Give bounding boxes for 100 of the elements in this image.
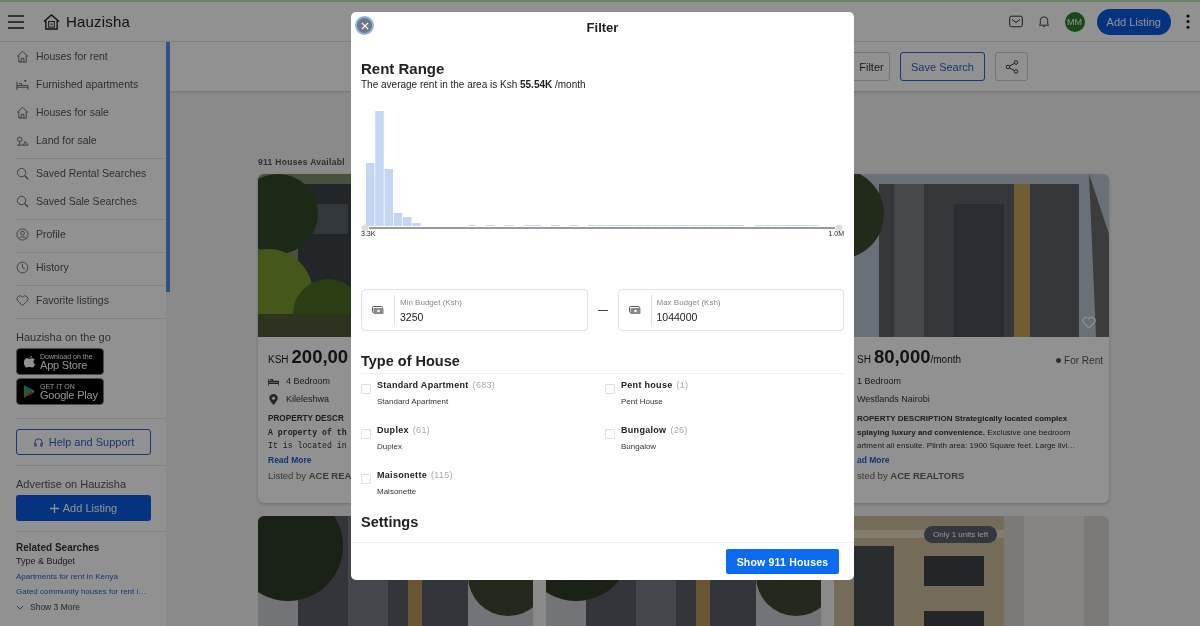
checkbox[interactable] — [361, 384, 371, 394]
description-line: splaying luxury and convenience. Exclusive one bedroom — [857, 426, 1071, 439]
scrollbar[interactable] — [166, 42, 170, 292]
bell-icon[interactable] — [1036, 15, 1051, 28]
section-heading: Advertise on Hauzisha — [16, 478, 128, 490]
close-button[interactable] — [355, 16, 374, 35]
store-name: Google Play — [40, 389, 98, 401]
show-more-button[interactable]: Show 3 More — [16, 602, 166, 612]
price: 200,00 — [291, 346, 349, 368]
play-icon — [23, 384, 36, 399]
option-description: Bungalow — [621, 442, 658, 451]
apple-icon — [23, 354, 36, 369]
units-badge: Only 1 units left — [924, 526, 998, 543]
sidebar-item[interactable]: Houses for sale — [16, 98, 166, 126]
location-pin-icon — [268, 393, 279, 405]
sidebar-item[interactable]: History — [16, 253, 166, 281]
budget-field[interactable]: Min Budget (Ksh) 3250 — [361, 289, 588, 331]
plus-icon — [49, 503, 59, 513]
read-more-link[interactable]: ad More — [857, 452, 1103, 470]
mail-icon[interactable] — [1008, 15, 1023, 28]
save-search-button[interactable]: Save Search — [900, 52, 985, 81]
average-rent-text: The average rent in the area is Ksh 55.54K /month — [361, 79, 587, 90]
slider-handle[interactable] — [835, 224, 843, 232]
range-dash — [597, 309, 608, 311]
filter-button[interactable]: Filter — [854, 52, 890, 81]
help-button[interactable]: Help and Support — [16, 429, 151, 455]
more-icon[interactable] — [1186, 14, 1190, 29]
budget-field[interactable]: Max Budget (Ksh) 1044000 — [617, 289, 844, 331]
option-name: Pent house — [621, 380, 673, 390]
heart-icon[interactable] — [1082, 316, 1096, 329]
listing-status: For Rent — [1056, 355, 1103, 366]
checkbox[interactable] — [361, 429, 371, 439]
description-line: A property of th — [268, 426, 347, 439]
user-avatar[interactable]: MM — [1064, 11, 1085, 32]
field-label: Max Budget (Ksh) — [656, 297, 721, 307]
sidebar-item[interactable]: Saved Rental Searches — [16, 159, 166, 187]
search-icon — [16, 194, 29, 208]
sidebar-item[interactable]: Profile — [16, 220, 166, 248]
checkbox[interactable] — [605, 429, 615, 439]
option-description: Duplex — [377, 442, 403, 451]
add-listing-button[interactable]: Add Listing — [16, 495, 151, 521]
checkbox[interactable] — [361, 474, 371, 484]
section-subheading: Type & Budget — [16, 556, 77, 566]
field-value: 3250 — [400, 310, 425, 323]
dialog-title: Filter — [586, 19, 619, 35]
sidebar-item[interactable]: Saved Sale Searches — [16, 187, 166, 215]
store-name: App Store — [40, 359, 88, 371]
heart-icon — [16, 293, 29, 307]
house-icon — [16, 49, 29, 63]
user-icon — [16, 227, 29, 241]
menu-icon[interactable] — [8, 14, 24, 29]
results-count: 911 Houses Availabl — [258, 157, 346, 169]
share-button[interactable] — [995, 52, 1028, 81]
option-description: Maisonette — [377, 487, 418, 496]
add-listing-button[interactable]: Add Listing — [1096, 8, 1171, 35]
description-line: artment all ensuite. Plinth area: 1900 Square feet. Large livi… — [857, 440, 1076, 452]
chevron-down-icon — [16, 604, 24, 610]
option-name: Duplex — [377, 425, 409, 435]
section-heading: Type of House — [361, 353, 844, 374]
cash-icon — [628, 305, 641, 315]
checkbox[interactable] — [605, 384, 615, 394]
section-heading: Related Searches — [16, 542, 101, 553]
currency-label: KSH — [268, 354, 289, 365]
search-link[interactable]: Apartments for rent in Kenya — [16, 572, 166, 581]
field-value: 1044000 — [656, 310, 699, 323]
house-icon — [16, 105, 29, 119]
option-description: Standard Apartment — [377, 397, 450, 406]
section-heading: Rent Range — [361, 60, 446, 77]
field-label: Min Budget (Ksh) — [400, 297, 462, 307]
currency-label: SH — [857, 354, 871, 365]
option-count: (115) — [431, 470, 453, 480]
option-count: (1) — [676, 380, 689, 390]
sidebar-item[interactable]: Land for sale — [16, 126, 166, 154]
sidebar-item[interactable]: Houses for rent — [16, 42, 166, 70]
close-icon — [360, 21, 369, 30]
price-period: /month — [930, 354, 962, 365]
sidebar-item[interactable]: Favorite listings — [16, 286, 166, 314]
share-icon — [1004, 59, 1019, 74]
section-heading: Settings — [361, 514, 420, 532]
show-results-button[interactable]: Show 911 Houses — [726, 549, 839, 574]
option-count: (61) — [412, 425, 431, 435]
sidebar-item[interactable]: Furnished apartments — [16, 70, 166, 98]
option-description: Pent House — [621, 397, 664, 406]
description-line: ROPERTY DESCRIPTION Strategically located complex — [857, 413, 1068, 425]
location: Westlands Nairobi — [857, 394, 930, 404]
option-name: Standard Apartment — [377, 380, 469, 390]
history-icon — [16, 260, 29, 274]
listed-by: sted by ACE REALTORS — [857, 469, 965, 481]
slider-handle[interactable] — [361, 224, 369, 232]
brand-name[interactable]: Hauzisha — [66, 13, 131, 30]
house-logo-icon[interactable] — [42, 13, 61, 30]
listed-by: Listed by ACE REA — [268, 469, 352, 481]
bed-icon — [16, 77, 29, 91]
headset-icon — [32, 436, 44, 448]
search-link[interactable]: Gated community houses for rent i… — [16, 587, 166, 596]
description-line: PROPERTY DESCR — [268, 413, 344, 425]
price: 80,000 — [873, 346, 931, 368]
description-line: It is located in — [268, 440, 347, 452]
bedroom-count: 1 Bedroom — [857, 376, 902, 386]
option-name: Maisonette — [377, 470, 427, 480]
